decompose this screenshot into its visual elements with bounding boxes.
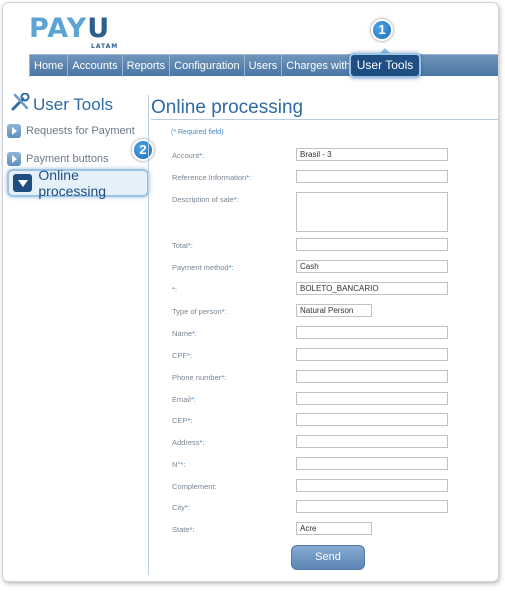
send-button[interactable]: Send [291,545,365,570]
arrow-right-icon [7,124,21,138]
email-label: Email*: [172,395,196,404]
app-window: PAYU LATAM Home Accounts Reports Configu… [2,2,499,582]
type-of-person-select[interactable]: Natural Person [296,304,372,317]
cep-input[interactable] [296,413,448,426]
total-label: Total*: [172,241,193,250]
title-divider [151,119,498,120]
page-title: Online processing [151,97,304,118]
name-label: Name*: [172,329,198,338]
sidebar-title: User Tools [11,92,113,116]
nav-reports[interactable]: Reports [123,54,171,77]
complement-label: Complement: [172,482,217,491]
account-label: Account*: [172,151,205,160]
cpf-label: CPF*: [172,351,193,360]
sidebar-item-online-processing[interactable]: Online processing [7,167,149,199]
phone-number-input[interactable] [296,370,448,383]
nav-user-tools[interactable]: User Tools [349,53,421,78]
state-select[interactable]: Acre [296,522,372,535]
tools-icon [11,92,31,116]
account-select[interactable]: Brasil - 3 [296,148,448,161]
logo-text-light: PAY [29,13,88,44]
city-label: City*: [172,503,190,512]
reference-info-label: Reference Information*: [172,173,252,182]
nav-accounts[interactable]: Accounts [68,54,123,77]
sidebar-divider [148,95,149,575]
payment-method-select[interactable]: Cash [296,260,448,273]
sidebar-item-label: Payment buttons [26,153,109,165]
number-input[interactable] [296,457,448,470]
logo-text-dark: U [87,13,111,44]
nav-configuration[interactable]: Configuration [170,54,245,77]
sidebar-item-requests-for-payment[interactable]: Requests for Payment [7,124,135,138]
phone-number-label: Phone number*: [172,373,227,382]
cep-label: CEP*: [172,416,193,425]
description-label: Description of sale*: [172,195,239,204]
city-input[interactable] [296,500,448,513]
required-field-note: (* Required field) [171,129,224,136]
nav-home[interactable]: Home [29,54,69,77]
sidebar-title-text: User Tools [33,94,113,114]
address-input[interactable] [296,435,448,448]
nav-users[interactable]: Users [245,54,283,77]
arrow-down-icon [13,174,33,192]
step-badge-2: 2 [132,139,154,161]
address-label: Address*: [172,438,205,447]
type-of-person-label: Type of person*: [172,307,227,316]
step-badge-1: 1 [371,19,393,41]
state-label: State*: [172,525,195,534]
sidebar-active-label: Online processing [38,167,107,199]
description-textarea[interactable] [296,192,448,232]
complement-input[interactable] [296,479,448,492]
reference-info-input[interactable] [296,170,448,183]
email-input[interactable] [296,392,448,405]
arrow-right-icon [7,152,21,166]
name-input[interactable] [296,326,448,339]
payment-method-label: Payment method*: [172,263,234,272]
number-label: N°*: [172,460,186,469]
cpf-input[interactable] [296,348,448,361]
top-nav: Home Accounts Reports Configuration User… [29,54,498,77]
payu-logo: PAYU LATAM [29,13,129,53]
total-input[interactable] [296,238,448,251]
logo-subtitle: LATAM [91,43,119,50]
payment-type-label: *: [172,285,178,294]
sidebar-item-payment-buttons[interactable]: Payment buttons [7,152,109,166]
payment-type-select[interactable]: BOLETO_BANCARIO [296,282,448,295]
sidebar-item-label: Requests for Payment [26,125,135,137]
